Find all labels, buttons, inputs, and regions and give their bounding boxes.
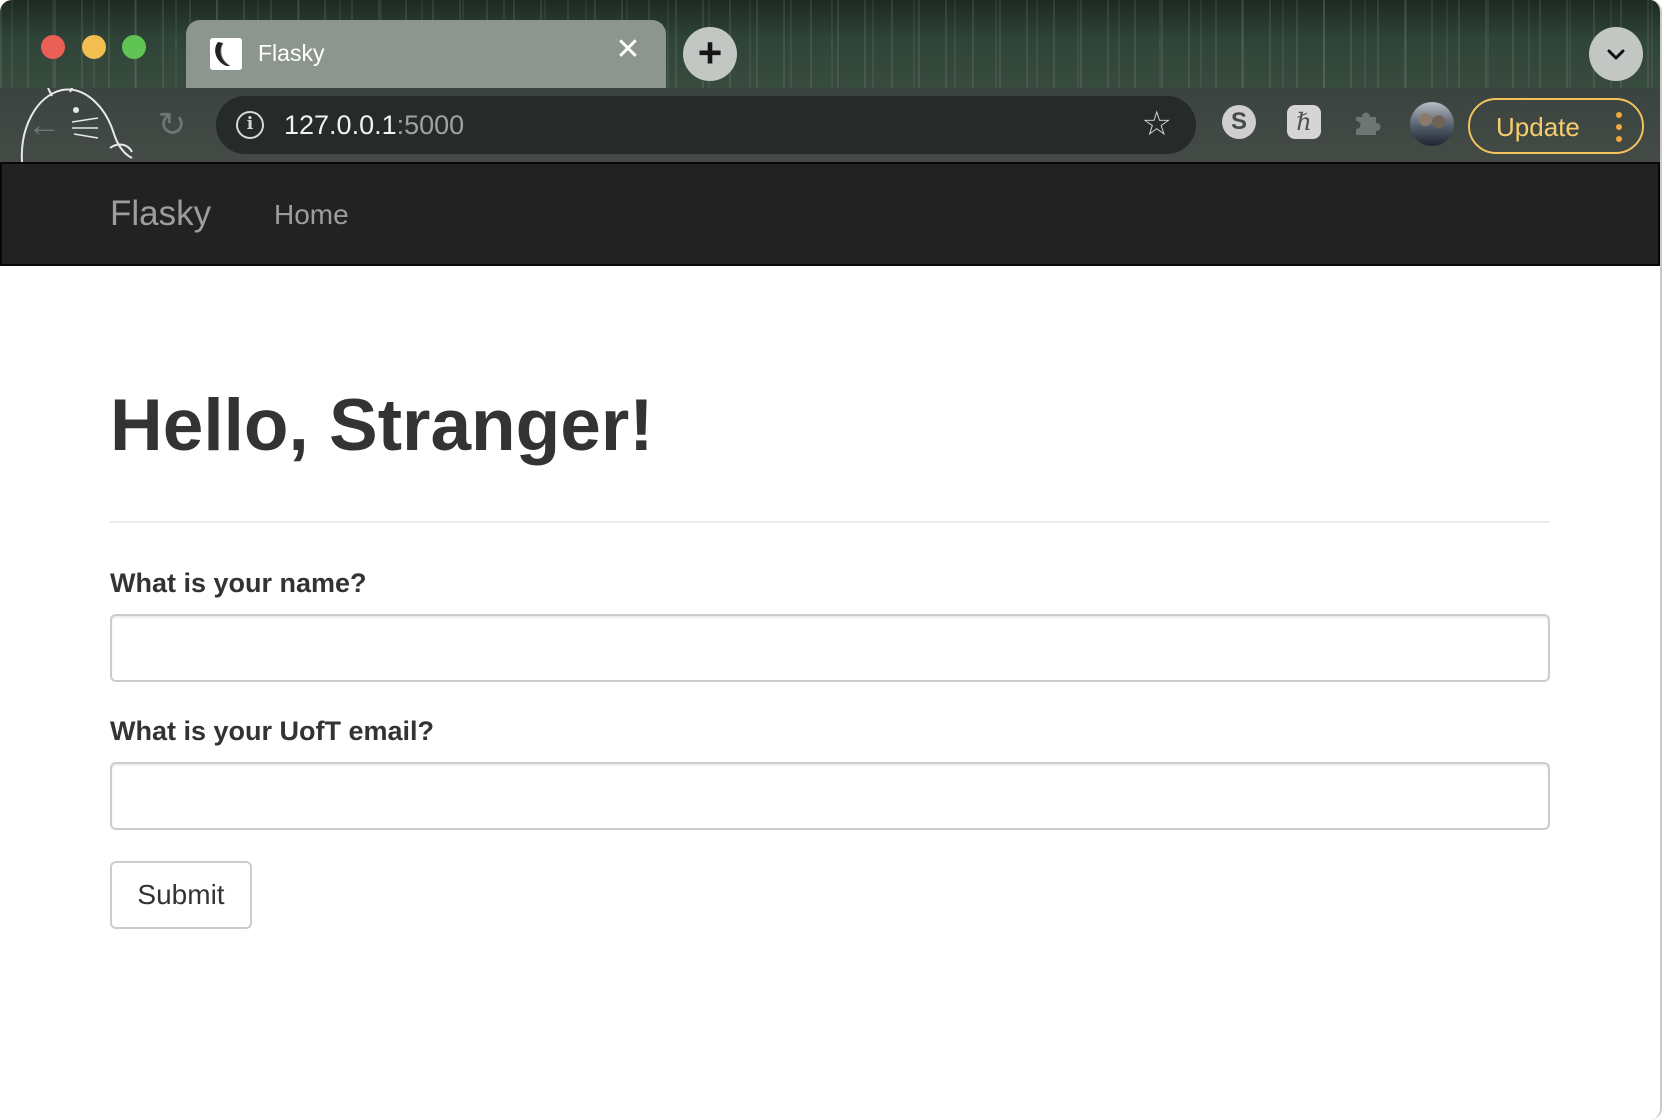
name-field[interactable] <box>110 614 1550 682</box>
tab-strip: Flasky ✕ + <box>0 0 1660 88</box>
name-label: What is your name? <box>110 568 367 598</box>
reload-icon[interactable]: ↻ <box>152 105 192 145</box>
url-text: 127.0.0.1:5000 <box>284 110 464 141</box>
tab-search-button[interactable] <box>1589 27 1643 81</box>
close-window-button[interactable] <box>41 35 65 59</box>
browser-toolbar: ← ↻ i 127.0.0.1:5000 ☆ S ℏ Update <box>0 88 1660 162</box>
close-icon[interactable]: ✕ <box>612 34 644 66</box>
flask-favicon-icon <box>210 38 242 70</box>
url-host: 127.0.0.1 <box>284 110 397 140</box>
submit-button[interactable]: Submit <box>110 861 252 929</box>
tab-title: Flasky <box>258 40 325 66</box>
browser-window: Flasky ✕ + ← ↻ i 127.0.0.1:5000 ☆ S ℏ Up… <box>0 0 1662 1120</box>
page-title: Hello, Stranger! <box>110 385 654 466</box>
star-icon[interactable]: ☆ <box>1142 107 1172 141</box>
navbar-brand[interactable]: Flasky <box>110 194 211 234</box>
nav-link-home[interactable]: Home <box>274 199 349 231</box>
plus-icon: + <box>697 29 723 76</box>
site-navbar: Flasky Home <box>0 162 1660 266</box>
email-field[interactable] <box>110 762 1550 830</box>
new-tab-button[interactable]: + <box>683 27 737 81</box>
more-menu-icon[interactable] <box>1616 112 1622 142</box>
url-port: :5000 <box>396 110 465 140</box>
tab-flasky[interactable]: Flasky ✕ <box>186 20 666 88</box>
puzzle-icon[interactable] <box>1350 105 1384 139</box>
back-arrow-icon[interactable]: ← <box>24 105 64 145</box>
update-label: Update <box>1496 112 1580 142</box>
minimize-window-button[interactable] <box>82 35 106 59</box>
update-button[interactable]: Update <box>1468 98 1644 154</box>
chevron-down-icon <box>1607 49 1625 60</box>
address-bar[interactable]: i 127.0.0.1:5000 ☆ <box>216 96 1196 154</box>
email-label: What is your UofT email? <box>110 716 435 746</box>
profile-avatar[interactable] <box>1410 102 1454 146</box>
maximize-window-button[interactable] <box>122 35 146 59</box>
hatena-icon[interactable]: ℏ <box>1287 105 1321 139</box>
skype-icon[interactable]: S <box>1222 105 1256 139</box>
info-icon[interactable]: i <box>236 111 264 139</box>
title-divider <box>110 521 1550 523</box>
